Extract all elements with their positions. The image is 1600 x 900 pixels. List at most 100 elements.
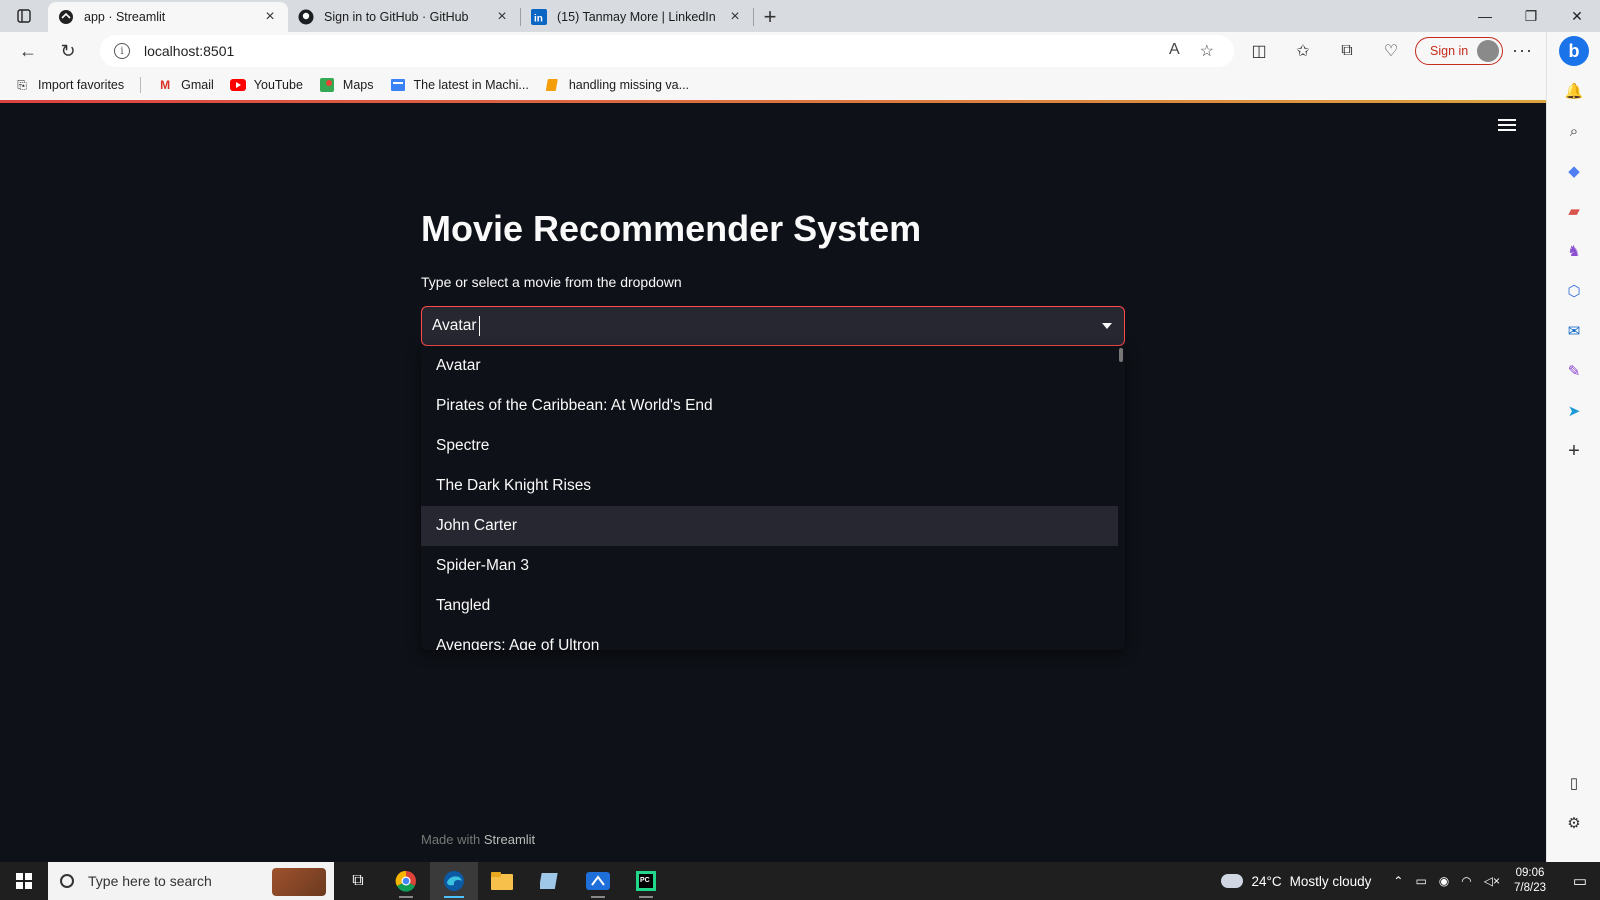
taskbar-edge[interactable]: [430, 862, 478, 900]
clock[interactable]: 09:06 7/8/23: [1514, 866, 1546, 896]
favorites-icon[interactable]: ✩: [1284, 35, 1322, 67]
search-icon: [60, 874, 74, 888]
add-sidebar-app-icon[interactable]: +: [1563, 440, 1585, 462]
shopping-icon[interactable]: ◆: [1563, 160, 1585, 182]
close-window-button[interactable]: ✕: [1554, 0, 1600, 32]
main-menu-icon[interactable]: [1498, 116, 1516, 134]
favorite-machine-learning[interactable]: The latest in Machi...: [390, 78, 529, 92]
news-icon: [390, 78, 406, 92]
more-options-icon[interactable]: ···: [1512, 40, 1533, 61]
close-tab-icon[interactable]: ×: [727, 8, 743, 26]
running-indicator: [399, 896, 413, 898]
running-indicator: [591, 896, 605, 898]
start-button[interactable]: [0, 862, 48, 900]
battery-icon[interactable]: ▭: [1415, 874, 1426, 888]
favorite-gmail[interactable]: M Gmail: [157, 78, 214, 92]
sign-in-button[interactable]: Sign in: [1415, 37, 1503, 65]
task-view-button[interactable]: ⧉: [334, 862, 382, 900]
movie-selectbox[interactable]: Avatar: [421, 306, 1125, 346]
maps-icon: [319, 78, 335, 92]
site-info-icon[interactable]: i: [114, 43, 130, 59]
avatar: [1477, 40, 1499, 62]
device-icon[interactable]: ◉: [1439, 874, 1449, 888]
split-screen-icon[interactable]: ◫: [1240, 35, 1278, 67]
browser-essentials-icon[interactable]: ♡: [1372, 35, 1410, 67]
windows-taskbar: Type here to search ⧉ PC 24°C Mostly clo…: [0, 862, 1600, 900]
favorite-missing-values[interactable]: handling missing va...: [545, 78, 689, 92]
tab-actions-button[interactable]: [0, 0, 48, 32]
collections-icon[interactable]: ⧉: [1328, 35, 1366, 67]
dropdown-option[interactable]: John Carter: [421, 506, 1118, 546]
dropdown-option[interactable]: Spectre: [421, 426, 1118, 466]
favorite-label: handling missing va...: [568, 78, 690, 92]
select-input-value[interactable]: Avatar: [432, 317, 477, 335]
volume-mute-icon[interactable]: ◁×: [1484, 874, 1500, 888]
address-bar[interactable]: i localhost:8501 A ☆: [100, 35, 1234, 67]
chevron-down-icon[interactable]: [1102, 323, 1112, 329]
minimize-button[interactable]: —: [1462, 0, 1508, 32]
tools-icon[interactable]: ▰: [1563, 200, 1585, 222]
weather-widget[interactable]: 24°C Mostly cloudy: [1221, 874, 1371, 889]
dropdown-option[interactable]: Pirates of the Caribbean: At World's End: [421, 386, 1118, 426]
favorite-import[interactable]: ⎘ Import favorites: [14, 77, 124, 93]
weather-temp: 24°C: [1251, 873, 1282, 889]
designer-icon[interactable]: ✎: [1563, 360, 1585, 382]
text-caret: [478, 316, 480, 336]
favorite-youtube[interactable]: YouTube: [229, 78, 303, 92]
address-bar-row: ← ↻ i localhost:8501 A ☆ ◫ ✩ ⧉ ♡ Sign in…: [0, 32, 1600, 70]
movie-dropdown-list: Avatar Pirates of the Caribbean: At Worl…: [421, 346, 1125, 650]
footer-prefix: Made with: [421, 832, 481, 847]
footer-streamlit-link[interactable]: Streamlit: [484, 832, 535, 847]
tab-linkedin[interactable]: in (15) Tanmay More | LinkedIn ×: [521, 2, 753, 32]
drop-icon[interactable]: ➤: [1563, 400, 1585, 422]
dropdown-option[interactable]: Avatar: [421, 346, 1118, 386]
weather-text: Mostly cloudy: [1289, 873, 1372, 889]
outlook-icon[interactable]: ✉: [1563, 320, 1585, 342]
import-icon: ⎘: [17, 77, 27, 92]
chevron-up-icon[interactable]: ⌃: [1393, 874, 1403, 888]
notification-center-icon[interactable]: ▭: [1560, 862, 1600, 900]
taskbar-chrome[interactable]: [382, 862, 430, 900]
search-icon[interactable]: ⌕: [1563, 120, 1585, 142]
app-icon: [586, 872, 610, 890]
tab-github[interactable]: Sign in to GitHub · GitHub ×: [288, 2, 520, 32]
favorites-separator: [140, 77, 142, 93]
dropdown-option[interactable]: Spider-Man 3: [421, 546, 1118, 586]
microsoft-365-icon[interactable]: ⬡: [1563, 280, 1585, 302]
bing-copilot-icon[interactable]: b: [1559, 36, 1589, 66]
dropdown-scrollbar[interactable]: [1119, 348, 1123, 362]
hide-sidebar-icon[interactable]: ▯: [1563, 772, 1585, 794]
refresh-button[interactable]: ↻: [48, 35, 88, 67]
new-tab-button[interactable]: +: [754, 2, 786, 32]
url-text: localhost:8501: [144, 43, 235, 59]
read-aloud-icon[interactable]: A: [1169, 41, 1180, 61]
favorite-label: Gmail: [181, 78, 214, 92]
bookmark-icon: [545, 78, 561, 92]
tab-actions-icon: [17, 9, 31, 23]
close-tab-icon[interactable]: ×: [262, 8, 278, 26]
close-tab-icon[interactable]: ×: [494, 8, 510, 26]
favorite-maps[interactable]: Maps: [319, 78, 374, 92]
streamlit-page: Movie Recommender System Type or select …: [0, 100, 1546, 862]
dropdown-option[interactable]: Tangled: [421, 586, 1118, 626]
streamlit-icon: [58, 9, 74, 25]
settings-gear-icon[interactable]: ⚙: [1563, 812, 1585, 834]
taskbar-notes[interactable]: [526, 862, 574, 900]
taskbar-app-blue[interactable]: [574, 862, 622, 900]
favorite-label: The latest in Machi...: [413, 78, 529, 92]
taskbar-file-explorer[interactable]: [478, 862, 526, 900]
notifications-icon[interactable]: 🔔: [1563, 80, 1585, 102]
wifi-icon[interactable]: ◠: [1461, 874, 1471, 888]
restore-button[interactable]: ❐: [1508, 0, 1554, 32]
tab-title: Sign in to GitHub · GitHub: [324, 10, 469, 24]
back-button[interactable]: ←: [8, 35, 48, 67]
sign-in-label: Sign in: [1430, 44, 1469, 58]
dropdown-option[interactable]: Avengers: Age of Ultron: [421, 626, 1118, 650]
dropdown-option[interactable]: The Dark Knight Rises: [421, 466, 1118, 506]
taskbar-pycharm[interactable]: PC: [622, 862, 670, 900]
edge-sidebar: b 🔔 ⌕ ◆ ▰ ♞ ⬡ ✉ ✎ ➤ + ▯ ⚙: [1546, 32, 1600, 862]
games-icon[interactable]: ♞: [1563, 240, 1585, 262]
tab-streamlit[interactable]: app · Streamlit ×: [48, 2, 288, 32]
favorite-star-icon[interactable]: ☆: [1200, 41, 1214, 61]
taskbar-search[interactable]: Type here to search: [48, 862, 334, 900]
